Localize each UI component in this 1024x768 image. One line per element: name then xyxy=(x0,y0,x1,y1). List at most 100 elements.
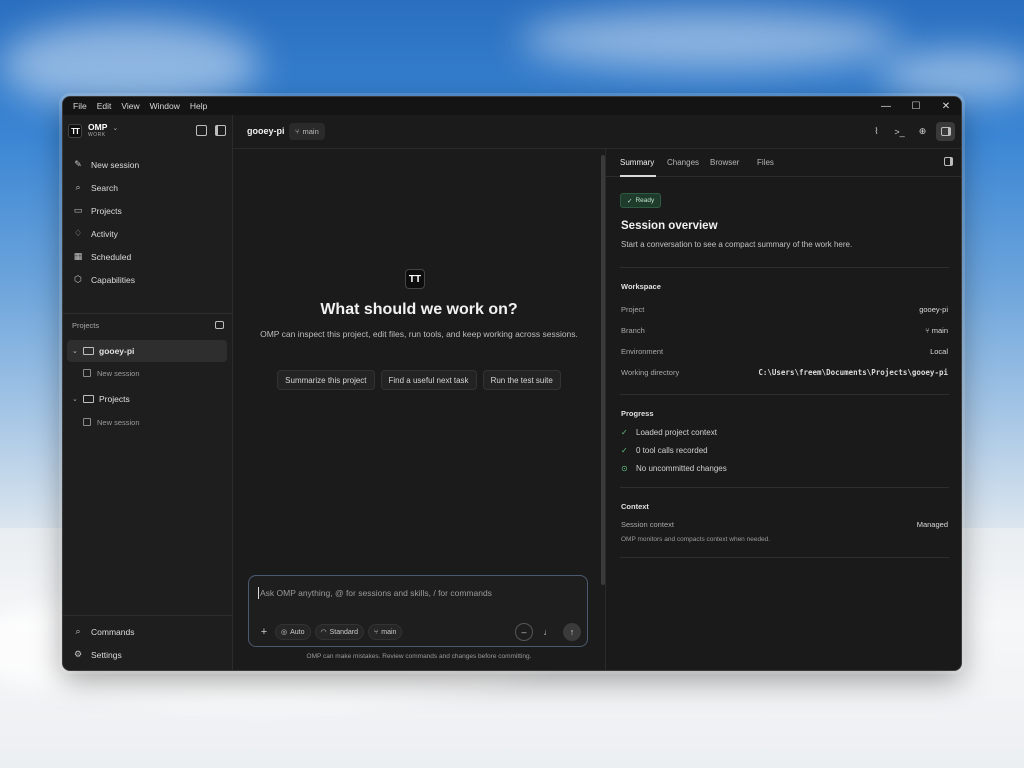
suggestion-next-task[interactable]: Find a useful next task xyxy=(380,370,477,390)
workspace-name: OMP xyxy=(88,122,108,132)
collapse-panel-icon[interactable] xyxy=(944,157,953,166)
globe-icon[interactable]: ⊕ xyxy=(913,122,932,141)
circle-check-icon: ⊙ xyxy=(621,464,628,473)
menu-window[interactable]: Window xyxy=(145,101,185,111)
chevron-down-icon[interactable]: ⌄ xyxy=(72,347,81,355)
menubar: File Edit View Window Help — ☐ ✕ xyxy=(63,97,961,115)
sidebar-toggle-icon[interactable] xyxy=(215,125,226,136)
cloud xyxy=(880,50,1024,100)
menu-view[interactable]: View xyxy=(116,101,144,111)
add-folder-icon[interactable] xyxy=(215,321,224,329)
row-value: Local xyxy=(930,347,948,356)
row-key: Branch xyxy=(621,326,645,335)
shield-icon: ◎ xyxy=(281,629,288,636)
page-title: gooey-pi xyxy=(247,126,285,136)
branch-label: main xyxy=(302,127,319,136)
progress-heading: Progress xyxy=(621,409,654,418)
menu-file[interactable]: File xyxy=(68,101,92,111)
sidebar-item-capabilities[interactable]: ⬡ Capabilities xyxy=(67,268,229,291)
progress-label: 0 tool calls recorded xyxy=(636,446,708,455)
composer[interactable]: Ask OMP anything, @ for sessions and ski… xyxy=(248,575,588,647)
branch-value: main xyxy=(931,326,948,335)
tab-files[interactable]: Files xyxy=(757,158,774,167)
projects-heading: Projects xyxy=(72,321,100,330)
mode-selector[interactable]: ◎ Auto xyxy=(275,624,311,640)
workspace-row-directory: Working directory C:\Users\freem\Documen… xyxy=(621,368,948,377)
compose-icon[interactable] xyxy=(196,125,207,136)
terminal-icon[interactable]: >_ xyxy=(890,122,909,141)
progress-item: ✓ Loaded project context xyxy=(621,428,717,437)
sidebar-item-label: Capabilities xyxy=(91,274,135,285)
sidebar-item-label: Settings xyxy=(91,649,122,660)
suggestion-summarize[interactable]: Summarize this project xyxy=(277,370,375,390)
sidebar-item-scheduled[interactable]: ▦ Scheduled xyxy=(67,245,229,268)
chevron-down-icon[interactable]: ⌄ xyxy=(72,395,81,403)
branch-selector[interactable]: ⑂ main xyxy=(289,123,325,140)
sidebar-item-label: Commands xyxy=(91,626,135,637)
project-new-session[interactable]: New session xyxy=(83,413,140,431)
suggestion-run-tests[interactable]: Run the test suite xyxy=(482,370,561,390)
sidebar-nav: ✎ New session ⌕ Search ▭ Projects ♢ Acti… xyxy=(67,153,229,291)
gear-icon: ⚙ xyxy=(73,649,83,659)
sidebar: TT OMP WORK ⌄ ✎ New session ⌕ Search ▭ P… xyxy=(63,115,233,670)
row-value: gooey-pi xyxy=(919,305,948,314)
sidebar-item-settings[interactable]: ⚙ Settings xyxy=(67,643,229,666)
workspace-switcher[interactable]: TT OMP WORK ⌄ xyxy=(68,123,118,139)
status-label: Ready xyxy=(635,197,655,204)
project-projects[interactable]: ⌄ Projects xyxy=(67,388,227,410)
tab-summary[interactable]: Summary xyxy=(620,158,654,167)
progress-label: No uncommitted changes xyxy=(636,464,727,473)
status-badge: ✓ Ready xyxy=(620,193,662,208)
gauge-icon: ◠ xyxy=(320,629,327,636)
workspace-heading: Workspace xyxy=(621,282,661,291)
sidebar-item-new-session[interactable]: ✎ New session xyxy=(67,153,229,176)
project-new-session[interactable]: New session xyxy=(83,364,140,382)
sidebar-item-projects[interactable]: ▭ Projects xyxy=(67,199,229,222)
sidebar-item-commands[interactable]: ⌕ Commands xyxy=(67,620,229,643)
branch-selector[interactable]: ⑂ main xyxy=(368,624,403,640)
folder-icon xyxy=(83,395,94,403)
add-attachment-icon[interactable]: + xyxy=(257,624,271,640)
overview-subtitle: Start a conversation to see a compact su… xyxy=(621,240,853,249)
cloud xyxy=(520,10,900,70)
divider xyxy=(620,487,949,488)
message-input[interactable]: Ask OMP anything, @ for sessions and ski… xyxy=(258,587,492,599)
app-logo: TT xyxy=(68,124,82,138)
minus-circle-icon[interactable]: – xyxy=(515,623,533,641)
git-branch-icon: ⑂ xyxy=(295,127,300,136)
tab-browser[interactable]: Browser xyxy=(710,158,739,167)
git-branch-icon: ⑂ xyxy=(374,628,379,636)
row-value: C:\Users\freem\Documents\Projects\gooey-… xyxy=(758,368,948,377)
branch-label: main xyxy=(381,628,397,636)
waveform-icon[interactable]: ⌇ xyxy=(867,122,886,141)
sidebar-item-activity[interactable]: ♢ Activity xyxy=(67,222,229,245)
send-button[interactable]: ↑ xyxy=(563,623,581,641)
suggestions: Summarize this project Find a useful nex… xyxy=(263,370,575,390)
microphone-icon[interactable]: ♩ xyxy=(539,623,557,641)
check-icon: ✓ xyxy=(621,446,628,455)
active-tab-indicator xyxy=(620,175,656,177)
menu-help[interactable]: Help xyxy=(185,101,212,111)
project-gooey-pi[interactable]: ⌄ gooey-pi xyxy=(67,340,227,362)
level-selector[interactable]: ◠ Standard xyxy=(314,624,365,640)
sidebar-item-search[interactable]: ⌕ Search xyxy=(67,176,229,199)
sidebar-item-label: New session xyxy=(91,159,140,170)
menu-edit[interactable]: Edit xyxy=(92,101,117,111)
close-button[interactable]: ✕ xyxy=(931,97,961,115)
git-branch-icon: ⑂ xyxy=(925,326,932,335)
calendar-icon: ▦ xyxy=(73,251,83,261)
workspace-row-project: Project gooey-pi xyxy=(621,305,948,314)
tab-changes[interactable]: Changes xyxy=(667,158,699,167)
minimize-button[interactable]: — xyxy=(871,97,901,115)
progress-label: Loaded project context xyxy=(636,428,717,437)
maximize-button[interactable]: ☐ xyxy=(901,97,931,115)
folder-open-icon xyxy=(83,347,94,355)
new-session-icon: ✎ xyxy=(74,159,82,169)
new-session-icon xyxy=(83,418,91,426)
row-value: Managed xyxy=(916,520,948,529)
window-controls: — ☐ ✕ xyxy=(871,97,961,115)
sidebar-item-label: Activity xyxy=(91,228,118,239)
search-icon: ⌕ xyxy=(75,182,81,192)
panel-toggle-icon[interactable] xyxy=(936,122,955,141)
workspace-row-environment: Environment Local xyxy=(621,347,948,356)
